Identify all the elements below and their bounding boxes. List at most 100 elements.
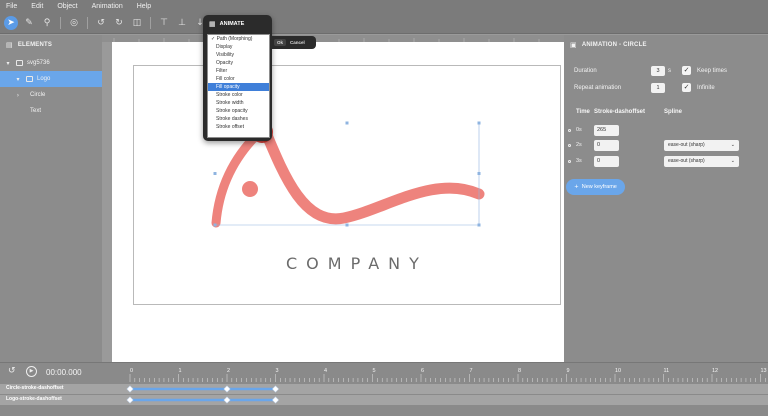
- time-column-header: Time: [576, 109, 590, 115]
- pen-tool-icon[interactable]: ✎: [22, 16, 36, 30]
- canvas-stage[interactable]: COMPANY: [112, 42, 564, 362]
- artboard[interactable]: COMPANY: [133, 65, 561, 305]
- tree-item-label: Logo: [37, 76, 51, 82]
- panel-icon: ▣: [570, 41, 577, 49]
- group-icon: [26, 76, 33, 82]
- property-option[interactable]: Filter: [208, 67, 269, 75]
- keyframe-diamond[interactable]: [272, 396, 279, 404]
- keyframe-time: 3s: [576, 158, 582, 164]
- logo-left-stroke: [211, 123, 269, 228]
- keyframe-time: 2s: [576, 142, 582, 148]
- keyframe-handle-icon[interactable]: [568, 160, 571, 163]
- infinite-checkbox[interactable]: ✓: [682, 83, 691, 92]
- plus-icon: +: [574, 184, 579, 190]
- repeat-input[interactable]: 1: [651, 83, 665, 93]
- timeline-panel: ↺ ▶ 00:00.000 0 1 2 3 4 5 6 7 8 9 10 11 12 13 Circle-…: [0, 362, 768, 416]
- toolbar-divider: [87, 16, 88, 29]
- elements-panel-title: ELEMENTS: [17, 42, 53, 48]
- ruler-ticks: [113, 38, 540, 42]
- tree-item-svg[interactable]: ▾ svg5736: [0, 55, 102, 71]
- menu-help[interactable]: Help: [137, 3, 151, 10]
- property-option[interactable]: Stroke dashes: [208, 115, 269, 123]
- spline-select[interactable]: ease-out (sharp) ⌄: [664, 156, 739, 167]
- duration-unit: s: [668, 68, 671, 74]
- keyframe-diamond[interactable]: [223, 396, 231, 404]
- chevron-down-icon: ⌄: [730, 158, 735, 164]
- keyframe-diamond[interactable]: [126, 396, 134, 404]
- keyframe-value-input[interactable]: 0: [594, 140, 619, 151]
- animation-panel-title: ANIMATION - CIRCLE: [581, 42, 647, 48]
- tree-item-circle[interactable]: › Circle: [0, 87, 102, 103]
- duration-input[interactable]: 3: [651, 66, 665, 76]
- keyframe-value-input[interactable]: 265: [594, 125, 619, 136]
- flip-icon[interactable]: ◫: [130, 16, 144, 30]
- ok-button[interactable]: Ok: [274, 39, 287, 46]
- select-tool-icon[interactable]: ➤: [4, 15, 18, 30]
- keyframe-diamond[interactable]: [126, 385, 134, 393]
- chevron-down-icon: ⌄: [730, 142, 735, 148]
- keyframe-row: 3s 0 ease-out (sharp) ⌄: [564, 155, 768, 169]
- menu-edit[interactable]: Edit: [31, 3, 43, 10]
- property-option[interactable]: Stroke opacity: [208, 107, 269, 115]
- property-option[interactable]: Fill color: [208, 75, 269, 83]
- spline-select[interactable]: ease-out (sharp) ⌄: [664, 140, 739, 151]
- horizontal-ruler: [102, 35, 564, 42]
- chevron-right-icon[interactable]: ›: [14, 92, 22, 99]
- toolbar: ➤ ✎ ⚲ ◎ ↺ ↻ ◫ ⊤ ⊥ ↓: [0, 12, 768, 34]
- keyframe-time: 0s: [576, 127, 582, 133]
- align-top-icon[interactable]: ⊤: [157, 16, 171, 30]
- tree-item-logo[interactable]: ▾ Logo: [0, 71, 102, 87]
- spline-column-header: Spline: [664, 109, 683, 115]
- chevron-down-icon[interactable]: ▾: [4, 60, 12, 67]
- property-option[interactable]: Stroke width: [208, 99, 269, 107]
- keep-times-checkbox[interactable]: ✓: [682, 66, 691, 75]
- property-option[interactable]: Stroke color: [208, 91, 269, 99]
- keyframe-handle-icon[interactable]: [568, 144, 571, 147]
- menu-bar: File Edit Object Animation Help: [0, 0, 768, 12]
- zoom-tool-icon[interactable]: ⚲: [40, 16, 54, 30]
- tree-item-label: svg5736: [27, 60, 50, 66]
- animation-panel: ▣ ANIMATION - CIRCLE Duration 3 s ✓ Keep…: [564, 35, 768, 362]
- animate-popup-buttons: Ok Cancel: [270, 36, 316, 49]
- property-option[interactable]: ✓ Path (Morphing): [208, 35, 269, 43]
- menu-file[interactable]: File: [6, 3, 17, 10]
- animation-panel-header: ▣ ANIMATION - CIRCLE: [564, 35, 768, 55]
- animate-popup-title: ANIMATE: [219, 20, 245, 27]
- align-bottom-icon[interactable]: ⊥: [175, 16, 189, 30]
- property-option[interactable]: Opacity: [208, 59, 269, 67]
- keyframe-handle-icon[interactable]: [568, 129, 571, 132]
- repeat-label: Repeat animation: [574, 85, 622, 91]
- clapperboard-icon: ▦: [209, 19, 216, 28]
- rotate-right-icon[interactable]: ↻: [112, 16, 126, 30]
- property-column-header: Stroke-dashoffset: [594, 109, 646, 115]
- infinite-label: Infinite: [697, 85, 715, 91]
- keyframe-diamond[interactable]: [272, 385, 279, 393]
- animate-popup: ▦ ANIMATE ✓ Path (Morphing) Display Visi…: [203, 15, 272, 141]
- spline-select-value: ease-out (sharp): [668, 158, 705, 164]
- cancel-button[interactable]: Cancel: [290, 40, 305, 45]
- tree-item-label: Circle: [30, 92, 46, 98]
- tree-item-label: Text: [30, 108, 42, 114]
- rotate-left-icon[interactable]: ↺: [94, 16, 108, 30]
- new-keyframe-button[interactable]: + New keyframe: [566, 179, 625, 195]
- tree-item-text[interactable]: Text: [0, 103, 102, 119]
- elements-panel-header: ▤ ELEMENTS: [0, 35, 102, 55]
- property-option[interactable]: Display: [208, 43, 269, 51]
- keyframe-row: 0s 265: [564, 124, 768, 138]
- toolbar-divider: [150, 16, 151, 29]
- chevron-down-icon[interactable]: ▾: [14, 76, 22, 83]
- layers-icon: ▤: [6, 41, 13, 49]
- property-option[interactable]: Stroke offset: [208, 123, 269, 131]
- keyframe-value-input[interactable]: 0: [594, 156, 619, 167]
- menu-animation[interactable]: Animation: [92, 3, 123, 10]
- menu-object[interactable]: Object: [57, 3, 77, 10]
- property-option-selected[interactable]: Fill opacity: [208, 83, 269, 91]
- elements-panel: ▤ ELEMENTS ▾ svg5736 ▾ Logo › Circle Tex…: [0, 35, 102, 362]
- animate-property-list[interactable]: ✓ Path (Morphing) Display Visibility Opa…: [207, 34, 270, 138]
- logo-swoosh: [258, 122, 485, 225]
- logo-small-circle: [242, 181, 258, 197]
- company-text[interactable]: COMPANY: [286, 254, 428, 273]
- property-option[interactable]: Visibility: [208, 51, 269, 59]
- target-icon[interactable]: ◎: [67, 16, 81, 30]
- keyframe-diamond[interactable]: [223, 385, 231, 393]
